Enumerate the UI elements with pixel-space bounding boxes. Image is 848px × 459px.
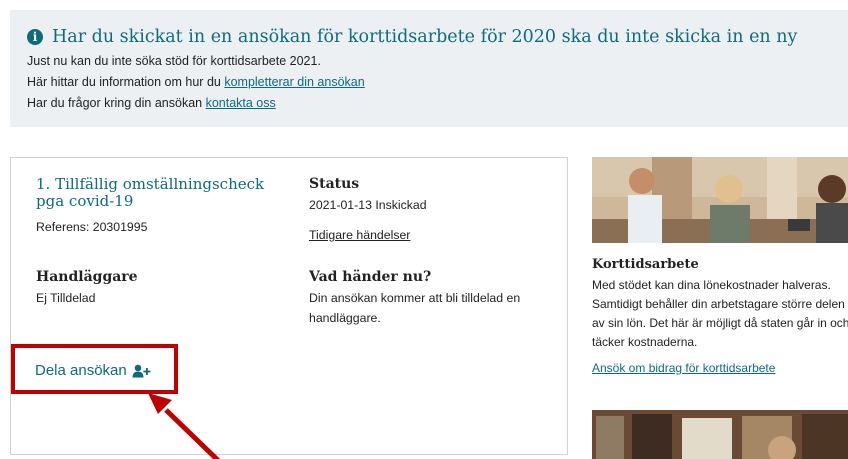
officer-heading: Handläggare [36, 269, 138, 285]
share-highlight-box: Dela ansökan [11, 344, 178, 394]
application-title: 1. Tillfällig omställningscheck pga covi… [36, 175, 265, 210]
notice-banner: i Har du skickat in en ansökan för kortt… [10, 10, 848, 127]
status-value: 2021-01-13 Inskickad [309, 198, 427, 212]
share-application-button[interactable]: Dela ansökan [35, 362, 151, 379]
notice-line-1: Just nu kan du inte söka stöd för kortti… [27, 54, 321, 68]
apply-short-time-work-link[interactable]: Ansök om bidrag för korttidsarbete [592, 361, 775, 375]
history-link[interactable]: Tidigare händelser [309, 228, 410, 242]
notice-line-2-text: Här hittar du information om hur du [27, 75, 225, 89]
notice-line-3: Har du frågor kring din ansökan kontakta… [27, 96, 276, 110]
meeting-photo [592, 157, 848, 243]
notice-line-2: Här hittar du information om hur du komp… [27, 75, 365, 89]
next-steps-heading: Vad händer nu? [309, 269, 432, 285]
notice-line-3-text: Har du frågor kring din ansökan [27, 96, 206, 110]
notice-headline: i Har du skickat in en ansökan för kortt… [27, 27, 797, 47]
complete-application-link[interactable]: kompletterar din ansökan [224, 75, 364, 89]
info-icon: i [27, 29, 43, 45]
application-reference: Referens: 20301995 [36, 220, 148, 234]
next-steps-text: Din ansökan kommer att bli tilldelad en … [309, 291, 521, 325]
sidebar-title: Korttidsarbete [592, 257, 699, 272]
officer-value: Ej Tilldelad [36, 291, 96, 305]
sidebar-text: Med stödet kan dina lönekostnader halver… [592, 278, 848, 349]
share-application-label: Dela ansökan [35, 362, 127, 379]
contact-us-link[interactable]: kontakta oss [206, 96, 276, 110]
shop-photo [592, 410, 848, 459]
application-card: 1. Tillfällig omställningscheck pga covi… [10, 157, 568, 455]
add-user-icon [132, 364, 151, 377]
status-heading: Status [309, 176, 360, 192]
notice-headline-text: Har du skickat in en ansökan för korttid… [52, 27, 798, 47]
